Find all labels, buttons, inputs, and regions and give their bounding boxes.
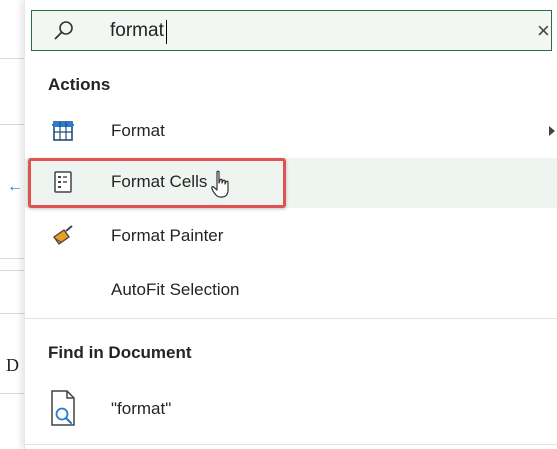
section-divider [25, 318, 557, 319]
action-label: Format [111, 121, 165, 140]
find-result-item[interactable]: "format" [25, 384, 557, 434]
highlight-annotation-box [28, 158, 286, 208]
search-input[interactable] [110, 19, 490, 43]
action-item-format[interactable]: Format [25, 107, 557, 157]
find-section-title: Find in Document [48, 343, 192, 362]
section-divider [25, 444, 557, 445]
back-arrow-icon[interactable]: ← [7, 179, 23, 195]
search-icon [54, 21, 73, 40]
search-results-panel: × Actions Format Format Cells [24, 0, 557, 449]
mouse-pointer-icon [211, 170, 229, 198]
action-item-format-painter[interactable]: Format Painter [25, 212, 557, 262]
text-caret [166, 20, 167, 44]
find-result-label: "format" [111, 399, 172, 418]
format-painter-icon [53, 225, 73, 245]
submenu-arrow-icon[interactable] [549, 126, 555, 136]
table-format-icon [52, 121, 74, 141]
actions-section-title: Actions [48, 75, 111, 94]
action-item-autofit-selection[interactable]: AutoFit Selection [25, 266, 557, 316]
document-search-icon [51, 390, 75, 426]
close-icon[interactable]: × [537, 17, 551, 45]
action-label: AutoFit Selection [111, 280, 240, 299]
action-label: Format Painter [111, 226, 224, 245]
sheet-cell-text: D [6, 355, 19, 375]
search-bar[interactable]: × [31, 10, 552, 51]
